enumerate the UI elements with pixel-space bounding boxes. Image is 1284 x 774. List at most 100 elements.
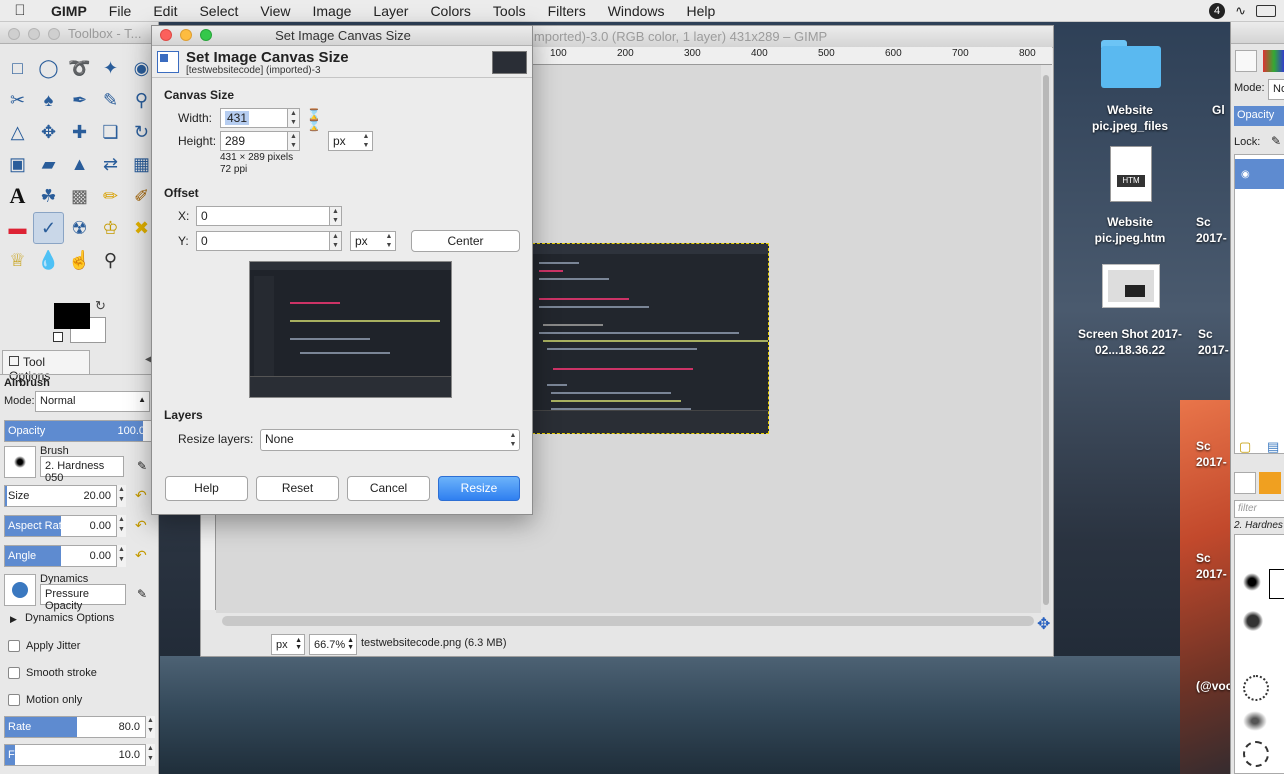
channels-tab-icon[interactable] bbox=[1263, 50, 1284, 72]
horizontal-scrollbar[interactable] bbox=[222, 616, 1034, 626]
brush-preview[interactable] bbox=[4, 446, 36, 478]
vertical-scrollbar[interactable] bbox=[1041, 65, 1051, 610]
flip-icon[interactable]: ⇄ bbox=[95, 148, 126, 180]
edit-dynamics-icon[interactable]: ✎ bbox=[137, 587, 147, 601]
layers-tab-icon[interactable] bbox=[1235, 50, 1257, 72]
apple-icon[interactable]:  bbox=[0, 2, 40, 19]
folder-icon[interactable] bbox=[1101, 40, 1161, 88]
crop-icon[interactable]: ❏ bbox=[95, 116, 126, 148]
ellipse-select-icon[interactable]: ◯ bbox=[33, 52, 64, 84]
rate-slider[interactable]: Rate 80.0 ▲ ▼ bbox=[4, 716, 155, 738]
align-icon[interactable]: ✚ bbox=[64, 116, 95, 148]
paths-icon[interactable]: ✒ bbox=[64, 84, 95, 116]
notification-badge[interactable]: 4 bbox=[1209, 3, 1226, 19]
dock-titlebar[interactable] bbox=[1231, 22, 1284, 44]
brushes-grid[interactable] bbox=[1234, 534, 1284, 774]
angle-spinner[interactable]: ▲ ▼ bbox=[116, 545, 126, 567]
expander-icon[interactable]: ▶ bbox=[10, 614, 17, 625]
menu-view[interactable]: View bbox=[249, 0, 301, 22]
wifi-icon[interactable]: ∿ bbox=[1235, 3, 1246, 19]
dynamics-options-expander[interactable]: Dynamics Options bbox=[25, 612, 114, 624]
text-icon[interactable]: A bbox=[2, 180, 33, 212]
dock-opacity-slider[interactable]: Opacity bbox=[1234, 106, 1284, 126]
menu-file[interactable]: File bbox=[98, 0, 143, 22]
resize-button[interactable]: Resize bbox=[438, 476, 520, 501]
eraser-icon[interactable]: ▬ bbox=[2, 212, 33, 244]
lock-pixels-icon[interactable]: ✎ bbox=[1271, 134, 1281, 148]
move-icon[interactable]: ✥ bbox=[33, 116, 64, 148]
fuzzy-select-icon[interactable]: ✦ bbox=[95, 52, 126, 84]
help-button[interactable]: Help bbox=[165, 476, 248, 501]
horizontal-ruler[interactable]: 100 200 300 400 500 600 700 800 bbox=[532, 47, 1052, 65]
screenshot-file-icon[interactable] bbox=[1102, 264, 1160, 308]
airbrush-icon[interactable]: ✓ bbox=[33, 212, 64, 244]
perspective-icon[interactable]: ▲ bbox=[64, 148, 95, 180]
rect-select-icon[interactable]: □ bbox=[2, 52, 33, 84]
desktop-icon-label[interactable]: Screen Shot 2017-02...18.36.22 bbox=[1070, 326, 1190, 358]
gradient-icon[interactable]: ▩ bbox=[64, 180, 95, 212]
flow-slider[interactable]: Flow 10.0 ▲ ▼ bbox=[4, 744, 155, 766]
edit-brush-icon[interactable]: ✎ bbox=[137, 459, 147, 473]
perspective-clone-icon[interactable]: ♕ bbox=[2, 244, 33, 276]
cancel-button[interactable]: Cancel bbox=[347, 476, 430, 501]
brush-filter-input[interactable]: filter bbox=[1234, 500, 1284, 518]
smooth-stroke-checkbox[interactable] bbox=[8, 667, 20, 679]
zoom-select[interactable]: 66.7% ▲ ▼ bbox=[309, 634, 357, 655]
size-spinner[interactable]: ▲ ▼ bbox=[116, 485, 126, 507]
unit-select[interactable]: px ▲ ▼ bbox=[271, 634, 305, 655]
clone-icon[interactable]: ♔ bbox=[95, 212, 126, 244]
x-offset-input[interactable]: 0 ▲ ▼ bbox=[196, 206, 342, 226]
scale-icon[interactable]: ▣ bbox=[2, 148, 33, 180]
dynamics-field[interactable]: Pressure Opacity bbox=[40, 584, 126, 612]
scissors-icon[interactable]: ✂ bbox=[2, 84, 33, 116]
brushes-tab-icon[interactable] bbox=[1234, 472, 1256, 494]
dock-mode-select[interactable]: No bbox=[1268, 79, 1284, 100]
height-input[interactable]: 289 ▲ ▼ bbox=[220, 131, 300, 151]
menu-help[interactable]: Help bbox=[676, 0, 727, 22]
angle-slider[interactable]: Angle 0.00 ▲ ▼ bbox=[4, 545, 126, 567]
chain-link-icon[interactable]: ⌛ ⌛ bbox=[307, 110, 321, 132]
offset-unit-select[interactable]: px ▲ ▼ bbox=[350, 231, 396, 251]
foreground-select-icon[interactable]: ♠ bbox=[33, 84, 64, 116]
apply-jitter-checkbox[interactable] bbox=[8, 640, 20, 652]
center-button[interactable]: Center bbox=[411, 230, 520, 252]
zoom-icon[interactable] bbox=[48, 28, 60, 40]
tab-tool-options[interactable]: Tool Options bbox=[2, 350, 90, 383]
html-file-icon[interactable]: HTM bbox=[1110, 146, 1152, 202]
new-layer-icon[interactable]: ▢ bbox=[1239, 439, 1251, 455]
dynamics-icon[interactable] bbox=[4, 574, 36, 606]
toolbox-titlebar[interactable]: Toolbox - T... bbox=[0, 22, 158, 44]
layer-group-icon[interactable]: ▤ bbox=[1267, 439, 1279, 455]
menu-app-gimp[interactable]: GIMP bbox=[40, 0, 98, 22]
motion-only-label[interactable]: Motion only bbox=[26, 694, 82, 706]
bucket-fill-icon[interactable]: ☘ bbox=[33, 180, 64, 212]
resize-layers-select[interactable]: None ▲ ▼ bbox=[260, 429, 520, 451]
display-icon[interactable] bbox=[1256, 5, 1276, 17]
y-offset-input[interactable]: 0 ▲ ▼ bbox=[196, 231, 342, 251]
reset-aspect-icon[interactable]: ↶ bbox=[135, 517, 153, 535]
eye-icon[interactable]: ◉ bbox=[1241, 169, 1250, 180]
close-icon[interactable] bbox=[8, 28, 20, 40]
shear-icon[interactable]: ▰ bbox=[33, 148, 64, 180]
menu-layer[interactable]: Layer bbox=[362, 0, 419, 22]
menu-select[interactable]: Select bbox=[188, 0, 249, 22]
brush-name-field[interactable]: 2. Hardness 050 bbox=[40, 456, 124, 484]
opacity-slider[interactable]: Opacity 100.0 bbox=[4, 420, 152, 442]
aspect-ratio-spinner[interactable]: ▲ ▼ bbox=[116, 515, 126, 537]
minimize-icon[interactable] bbox=[28, 28, 40, 40]
lasso-icon[interactable]: ➰ bbox=[64, 52, 95, 84]
blur-icon[interactable]: 💧 bbox=[33, 244, 64, 276]
smooth-stroke-label[interactable]: Smooth stroke bbox=[26, 667, 97, 679]
smudge-icon[interactable]: ☝ bbox=[64, 244, 95, 276]
reset-angle-icon[interactable]: ↶ bbox=[135, 547, 153, 565]
flow-spinner[interactable]: ▲ ▼ bbox=[145, 744, 155, 766]
patterns-tab-icon[interactable] bbox=[1259, 472, 1281, 494]
default-colors-icon[interactable] bbox=[53, 332, 63, 342]
layers-list[interactable]: ◉ bbox=[1234, 154, 1284, 454]
rate-spinner[interactable]: ▲ ▼ bbox=[145, 716, 155, 738]
menu-colors[interactable]: Colors bbox=[419, 0, 481, 22]
offset-preview[interactable] bbox=[249, 261, 452, 398]
measure-icon[interactable]: △ bbox=[2, 116, 33, 148]
size-slider[interactable]: Size 20.00 ▲ ▼ bbox=[4, 485, 126, 507]
menu-windows[interactable]: Windows bbox=[597, 0, 676, 22]
